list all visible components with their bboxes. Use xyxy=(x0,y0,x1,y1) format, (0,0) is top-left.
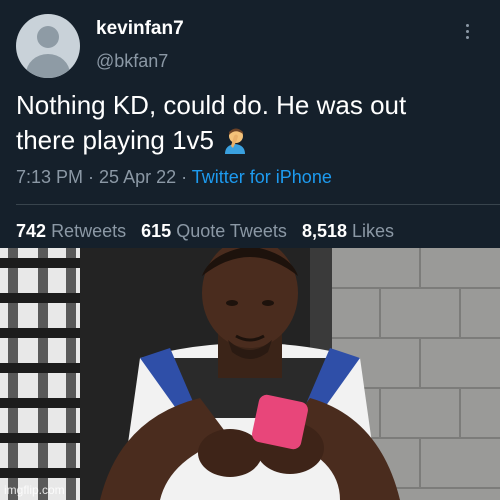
tweet-card: kevinfan7 @bkfan7 Nothing KD, could do. … xyxy=(0,0,500,248)
retweets-stat[interactable]: 742 Retweets xyxy=(16,221,126,241)
facepalm-emoji-icon xyxy=(225,128,246,154)
tweet-text-line-1: Nothing KD, could do. He was out xyxy=(16,90,407,120)
divider xyxy=(16,204,500,205)
retweets-count: 742 xyxy=(16,221,47,241)
user-handle[interactable]: @bkfan7 xyxy=(96,51,168,72)
quote-tweets-label: Quote Tweets xyxy=(176,221,287,241)
likes-stat[interactable]: 8,518 Likes xyxy=(302,221,394,241)
photo-illustration xyxy=(0,248,500,500)
tweet-text-line-2-text: there playing 1v5 xyxy=(16,125,215,155)
tweet-text-line-2: there playing 1v5 xyxy=(16,123,491,158)
retweets-label: Retweets xyxy=(51,221,127,241)
display-name[interactable]: kevinfan7 xyxy=(96,18,184,40)
avatar-shoulders-shape xyxy=(26,54,70,78)
quote-tweets-stat[interactable]: 615 Quote Tweets xyxy=(141,221,287,241)
default-avatar[interactable] xyxy=(16,14,80,78)
more-options-icon[interactable] xyxy=(465,24,471,44)
tweet-source-link[interactable]: Twitter for iPhone xyxy=(192,167,332,187)
quote-tweets-count: 615 xyxy=(141,221,172,241)
likes-label: Likes xyxy=(352,221,395,241)
meme-photo: imgflip.com xyxy=(0,248,500,500)
likes-count: 8,518 xyxy=(301,221,347,241)
tweet-text: Nothing KD, could do. He was out there p… xyxy=(16,88,491,158)
meta-separator-1: · xyxy=(83,167,100,187)
tweet-time[interactable]: 7:13 PM xyxy=(16,167,83,187)
meta-separator-2: · xyxy=(176,167,192,187)
imgflip-watermark: imgflip.com xyxy=(4,483,65,497)
tweet-metadata: 7:13 PM · 25 Apr 22 · Twitter for iPhone xyxy=(16,167,332,188)
tweet-date[interactable]: 25 Apr 22 xyxy=(99,167,176,187)
avatar-head-shape xyxy=(37,26,59,48)
tweet-stats: 742 Retweets 615 Quote Tweets 8,518 Like… xyxy=(16,221,404,242)
